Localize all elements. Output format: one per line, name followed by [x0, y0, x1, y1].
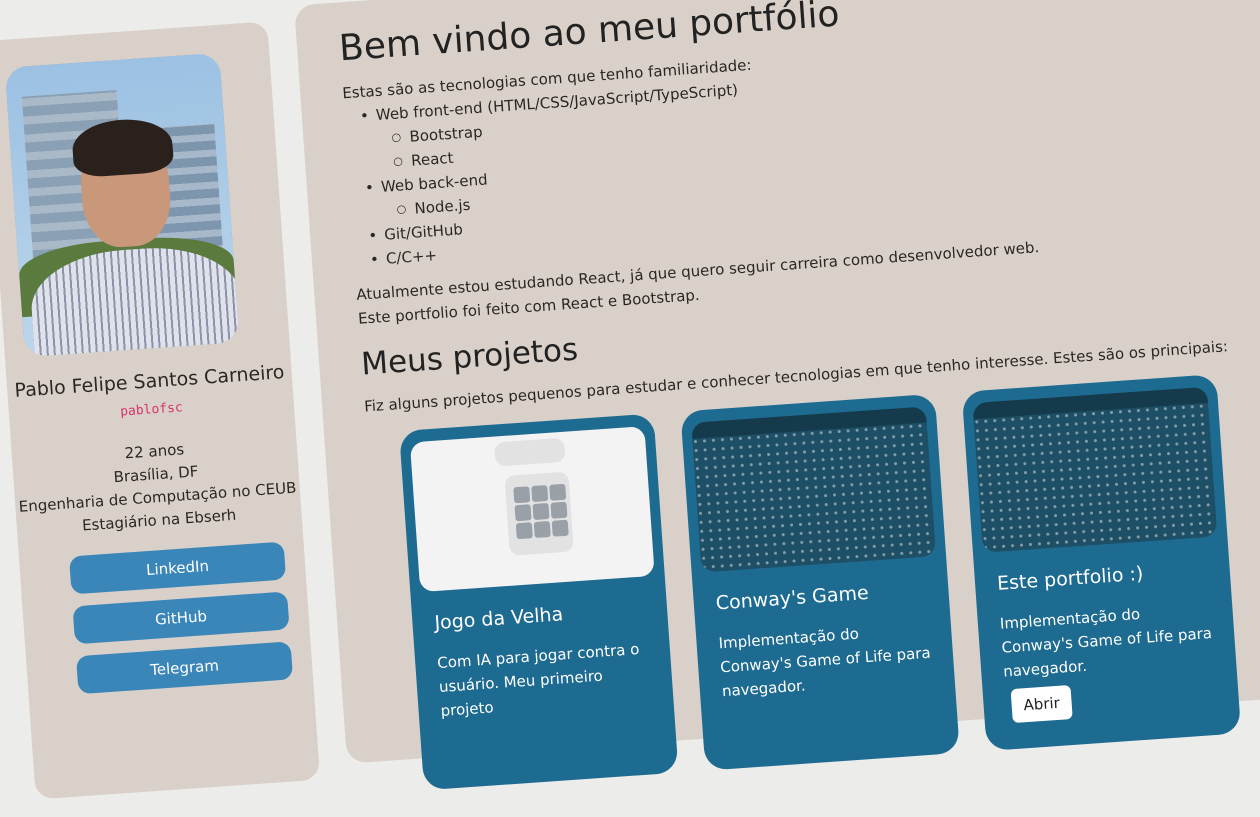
project-thumbnail — [691, 406, 937, 573]
page: Pablo Felipe Santos Carneiro pablofsc 22… — [0, 0, 1260, 800]
project-description: Implementação do Conway's Game of Life p… — [718, 624, 932, 701]
tech-web-back: Web back-end — [380, 170, 488, 195]
open-project-button[interactable]: Abrir — [1010, 685, 1073, 724]
project-thumbnail — [972, 386, 1218, 553]
project-card-jogo-da-velha[interactable]: Jogo da Velha Com IA para jogar contra o… — [399, 413, 679, 791]
page-title: Bem vindo ao meu portfólio — [337, 0, 841, 70]
project-card-conways-game[interactable]: Conway's Game Implementação do Conway's … — [680, 393, 960, 771]
project-title: Jogo da Velha — [433, 603, 564, 635]
main-content: Bem vindo ao meu portfólio Estas são as … — [294, 0, 1260, 791]
profile-info: 22 anos Brasília, DF Engenharia de Compu… — [11, 430, 302, 542]
profile-photo — [4, 52, 240, 358]
tech-react: React — [411, 149, 454, 170]
telegram-button[interactable]: Telegram — [75, 641, 294, 695]
project-title: Este portfolio :) — [996, 562, 1144, 595]
project-description: Com IA para jogar contra o usuário. Meu … — [436, 640, 640, 720]
project-card-portfolio[interactable]: Este portfolio :) Implementação do Conwa… — [961, 374, 1242, 751]
profile-sidebar: Pablo Felipe Santos Carneiro pablofsc 22… — [0, 21, 321, 800]
projects-title: Meus projetos — [360, 331, 580, 383]
tech-bootstrap: Bootstrap — [409, 123, 483, 146]
tech-git: Git/GitHub — [384, 220, 464, 243]
linkedin-button[interactable]: LinkedIn — [68, 541, 287, 595]
tech-c: C/C++ — [385, 246, 437, 268]
project-thumbnail — [409, 426, 655, 593]
tech-node: Node.js — [414, 196, 471, 218]
project-description: Implementação do Conway's Game of Life p… — [999, 604, 1213, 681]
project-title: Conway's Game — [715, 581, 870, 615]
github-button[interactable]: GitHub — [72, 591, 290, 645]
